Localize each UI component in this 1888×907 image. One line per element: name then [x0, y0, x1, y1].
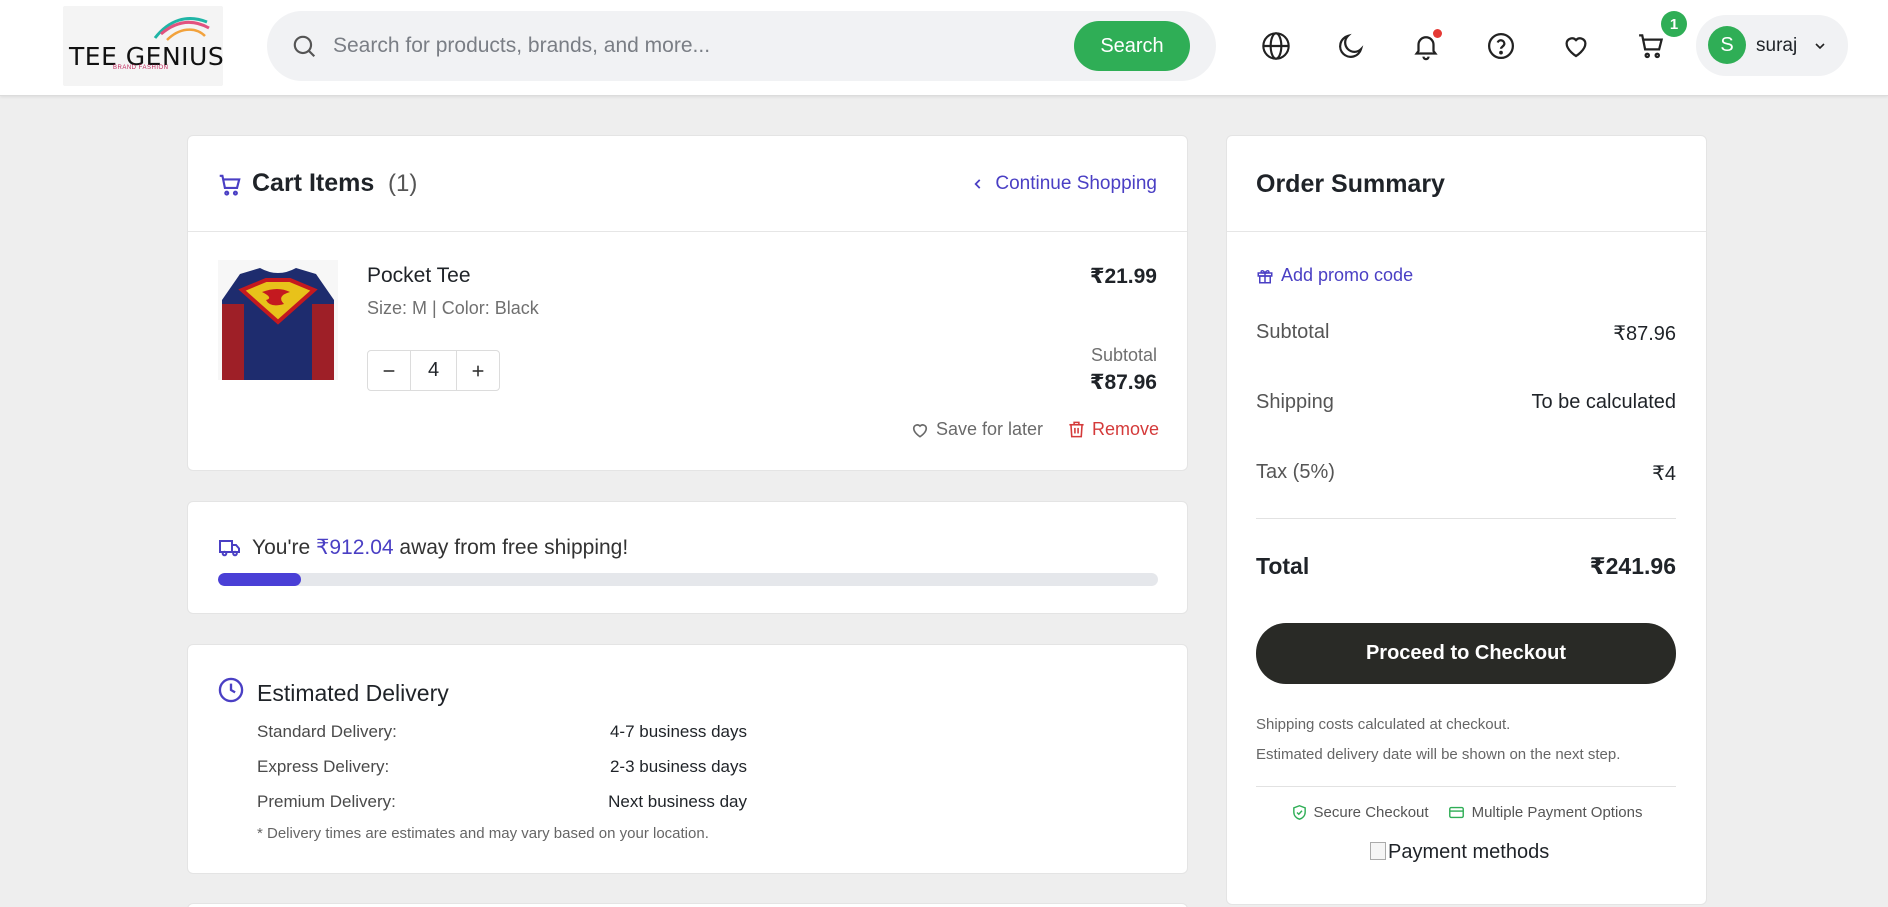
next-section-card: [187, 903, 1188, 907]
trash-icon: [1069, 421, 1084, 438]
delivery-option-label: Premium Delivery:: [257, 792, 396, 811]
summary-value: To be calculated: [1531, 391, 1676, 413]
continue-shopping-label: Continue Shopping: [995, 173, 1157, 194]
logo-subtext: BRAND FASHION: [113, 65, 169, 71]
payment-options-label: Multiple Payment Options: [1471, 804, 1643, 821]
summary-value: ₹87.96: [1613, 323, 1676, 345]
product-variant: Size: M | Color: Black: [367, 298, 539, 318]
heart-icon: [1565, 37, 1587, 58]
globe-icon: [1262, 32, 1290, 60]
truck-icon: [219, 540, 240, 557]
summary-divider: [1256, 786, 1676, 787]
search-button[interactable]: Search: [1074, 21, 1190, 71]
summary-label: Subtotal: [1256, 321, 1330, 343]
shopping-cart-icon: [219, 174, 241, 196]
delivery-date-note: Estimated delivery date will be shown on…: [1256, 746, 1621, 763]
shield-check-icon: [1292, 805, 1306, 820]
help-button[interactable]: [1481, 26, 1521, 66]
free-shipping-amount: ₹912.04: [315, 536, 394, 559]
increase-quantity-button[interactable]: [457, 351, 499, 390]
theme-toggle-button[interactable]: [1331, 26, 1371, 66]
user-menu[interactable]: S suraj: [1696, 15, 1848, 76]
logo-swoosh-icon: [153, 17, 210, 41]
minus-icon: [383, 369, 395, 372]
delivery-option-value: 4-7 business days: [609, 722, 747, 741]
shipping-note: Shipping costs calculated at checkout.: [1256, 716, 1511, 733]
delivery-option-value: Next business day: [608, 792, 747, 811]
total-label: Total: [1256, 553, 1310, 579]
shopping-cart-icon: [1639, 34, 1664, 59]
trust-badges: Secure Checkout Multiple Payment Options: [1227, 804, 1706, 821]
product-price: ₹21.99: [1089, 265, 1157, 288]
item-subtotal-label: Subtotal: [1090, 345, 1157, 365]
decrease-quantity-button[interactable]: [368, 351, 410, 390]
search-input[interactable]: [333, 28, 1013, 64]
item-subtotal-value: ₹87.96: [1089, 371, 1157, 394]
payment-methods-alt: Payment methods: [1388, 841, 1550, 863]
delivery-option-value: 2-3 business days: [609, 757, 747, 776]
payment-options-badge: Multiple Payment Options: [1447, 804, 1643, 821]
order-summary-title: Order Summary: [1256, 170, 1445, 198]
delivery-note: * Delivery times are estimates and may v…: [257, 825, 709, 842]
cart-items-card: Cart Items (1) Continue Shopping Pocket …: [187, 135, 1188, 471]
gift-icon: [1257, 269, 1273, 283]
summary-value: ₹4: [1652, 463, 1676, 485]
delivery-option-label: Express Delivery:: [257, 757, 390, 776]
payment-methods-image: Payment methods: [1370, 841, 1549, 864]
user-name: suraj: [1756, 35, 1798, 56]
notification-dot: [1433, 29, 1442, 38]
quantity-stepper: 4: [367, 350, 500, 391]
product-name[interactable]: Pocket Tee: [367, 264, 471, 288]
secure-checkout-badge: Secure Checkout: [1291, 804, 1429, 821]
delivery-title: Estimated Delivery: [257, 680, 449, 706]
top-header: TEE GENIUS BRAND FASHION Search 1 S sura…: [0, 0, 1888, 96]
order-summary-card: Order Summary Add promo code Subtotal ₹8…: [1226, 135, 1707, 905]
free-shipping-message: You're ₹912.04 away from free shipping!: [252, 535, 628, 560]
free-shipping-suffix: away from free shipping!: [399, 536, 629, 559]
credit-card-icon: [1448, 806, 1464, 819]
save-for-later-label: Save for later: [936, 419, 1044, 439]
order-summary-header: Order Summary: [1227, 136, 1706, 232]
secure-checkout-label: Secure Checkout: [1313, 804, 1429, 821]
quantity-value[interactable]: 4: [410, 351, 457, 390]
search-bar: Search: [267, 11, 1216, 81]
language-button[interactable]: [1256, 26, 1296, 66]
continue-shopping-link[interactable]: Continue Shopping: [971, 173, 1157, 195]
moon-icon: [1339, 33, 1364, 58]
chevron-left-icon: [974, 179, 981, 189]
clock-icon: [218, 677, 244, 703]
search-icon: [293, 35, 316, 58]
cart-title: Cart Items: [252, 169, 375, 197]
plus-icon: [472, 365, 484, 376]
promo-code-label: Add promo code: [1281, 265, 1414, 285]
cart-header: Cart Items (1) Continue Shopping: [188, 136, 1187, 232]
free-shipping-progress: [218, 573, 1158, 586]
summary-divider: [1256, 518, 1676, 519]
proceed-to-checkout-button[interactable]: Proceed to Checkout: [1256, 623, 1676, 684]
tshirt-image-icon: [218, 260, 338, 380]
heart-icon: [912, 423, 928, 438]
total-value: ₹241.96: [1589, 553, 1676, 579]
progress-fill: [218, 573, 301, 586]
summary-label: Tax (5%): [1256, 461, 1335, 483]
cart-item-count: (1): [388, 170, 418, 197]
broken-image-icon: [1370, 841, 1386, 860]
wishlist-button[interactable]: [1556, 26, 1596, 66]
avatar: S: [1708, 26, 1746, 64]
cart-count-badge: 1: [1661, 11, 1687, 37]
free-shipping-card: You're ₹912.04 away from free shipping!: [187, 501, 1188, 614]
help-circle-icon: [1488, 33, 1514, 59]
remove-item-button[interactable]: Remove: [1067, 419, 1159, 440]
summary-label: Shipping: [1256, 391, 1334, 413]
product-image[interactable]: [218, 260, 338, 380]
remove-label: Remove: [1092, 419, 1160, 439]
notifications-button[interactable]: [1406, 26, 1446, 66]
chevron-down-icon: [1815, 43, 1825, 50]
free-shipping-prefix: You're: [252, 536, 311, 559]
brand-logo[interactable]: TEE GENIUS BRAND FASHION: [63, 6, 224, 86]
delivery-option-label: Standard Delivery:: [257, 722, 397, 741]
add-promo-code-button[interactable]: Add promo code: [1256, 265, 1413, 286]
estimated-delivery-card: Estimated Delivery Standard Delivery: 4-…: [187, 644, 1188, 874]
save-for-later-button[interactable]: Save for later: [910, 419, 1043, 440]
